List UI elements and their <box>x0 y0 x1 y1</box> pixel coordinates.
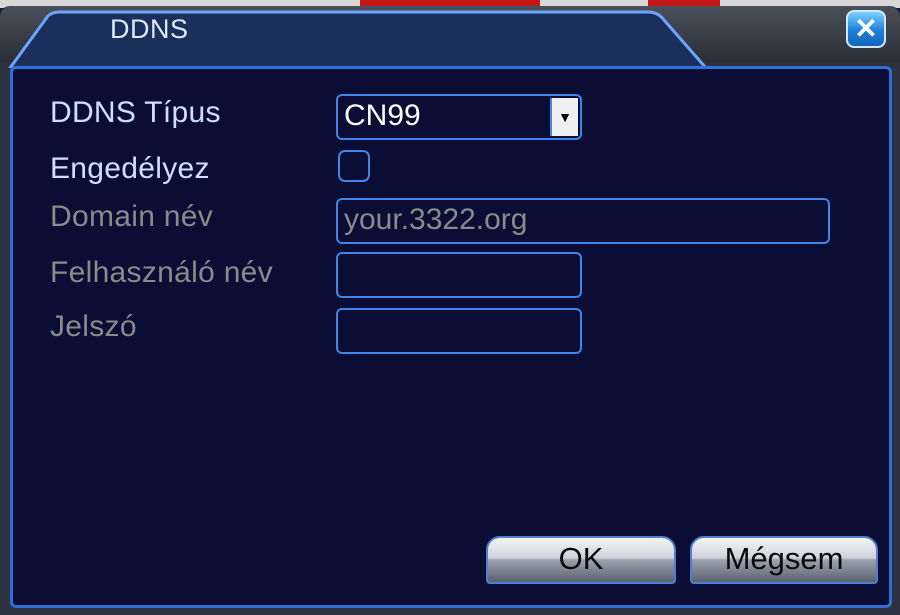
chevron-down-icon[interactable]: ▼ <box>550 98 578 136</box>
ddns-type-select[interactable]: CN99 ▼ <box>336 94 582 140</box>
domain-value: your.3322.org <box>344 203 528 236</box>
domain-field[interactable]: your.3322.org <box>336 198 830 244</box>
password-label: Jelszó <box>50 310 137 343</box>
ddns-type-value: CN99 <box>344 99 421 132</box>
ok-button[interactable]: OK <box>486 536 676 584</box>
domain-label: Domain név <box>50 200 214 233</box>
dialog-title: DDNS <box>110 14 189 44</box>
close-icon: ✕ <box>854 13 878 44</box>
cancel-button[interactable]: Mégsem <box>690 536 878 584</box>
close-button[interactable]: ✕ <box>846 10 886 48</box>
password-field[interactable] <box>336 308 582 354</box>
ddns-type-label: DDNS Típus <box>50 96 221 129</box>
enable-checkbox[interactable] <box>338 150 370 182</box>
username-label: Felhasználó név <box>50 256 273 289</box>
username-field[interactable] <box>336 252 582 298</box>
enable-label: Engedélyez <box>50 152 210 185</box>
